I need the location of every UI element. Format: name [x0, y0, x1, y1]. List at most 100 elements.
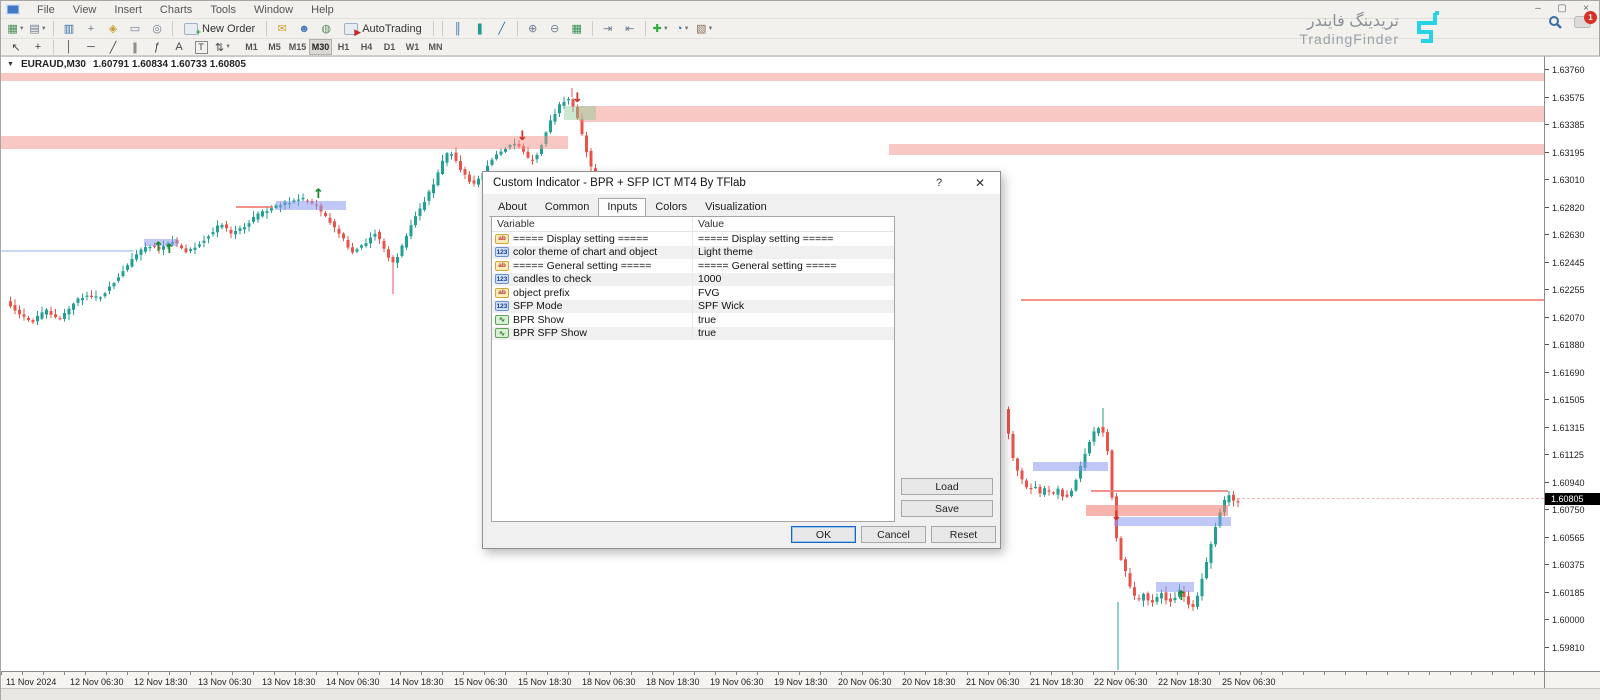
- vertical-line-icon[interactable]: │: [59, 39, 79, 56]
- timeframe-mn[interactable]: MN: [424, 39, 447, 55]
- market-globe-icon[interactable]: ◍: [316, 20, 336, 37]
- line-chart-icon[interactable]: ╱: [492, 20, 512, 37]
- strategy-tester-icon[interactable]: ◎: [147, 20, 167, 37]
- auto-scroll-icon[interactable]: ⇥: [598, 20, 618, 37]
- profiles-icon[interactable]: ▤▼: [28, 20, 48, 37]
- cancel-button[interactable]: Cancel: [861, 526, 926, 543]
- text-icon[interactable]: A: [169, 39, 189, 56]
- time-axis[interactable]: 11 Nov 202412 Nov 06:3012 Nov 18:3013 No…: [1, 671, 1544, 688]
- zoom-out-icon[interactable]: ⊖: [545, 20, 565, 37]
- input-row[interactable]: 123candles to check1000: [492, 273, 894, 287]
- periods-icon[interactable]: ◔▼: [673, 20, 693, 37]
- input-value-cell[interactable]: true: [693, 314, 894, 326]
- menu-help[interactable]: Help: [302, 3, 343, 17]
- timeframe-m5[interactable]: M5: [263, 39, 286, 55]
- menu-charts[interactable]: Charts: [151, 3, 201, 17]
- input-value-cell[interactable]: 1000: [693, 273, 894, 285]
- tab-inputs[interactable]: Inputs: [598, 198, 646, 217]
- arrows-icon-dropdown[interactable]: ▼: [225, 44, 231, 50]
- menu-insert[interactable]: Insert: [105, 3, 151, 17]
- time-axis-label: 13 Nov 18:30: [262, 677, 316, 687]
- timeframe-h1[interactable]: H1: [332, 39, 355, 55]
- one-click-caret-icon[interactable]: ▼: [7, 61, 14, 68]
- menu-window[interactable]: Window: [245, 3, 302, 17]
- dialog-close-icon[interactable]: ✕: [966, 172, 994, 194]
- indicators-icon-dropdown[interactable]: ▼: [663, 26, 669, 32]
- terminal-icon[interactable]: ▭: [125, 20, 145, 37]
- pinkstrong-zone-8: [1086, 505, 1228, 516]
- tab-visualization[interactable]: Visualization: [696, 198, 776, 217]
- timeframe-d1[interactable]: D1: [378, 39, 401, 55]
- indicators-icon[interactable]: ✚▼: [651, 20, 671, 37]
- input-row[interactable]: 123SFP ModeSPF Wick: [492, 300, 894, 314]
- market-watch-icon[interactable]: ▥: [59, 20, 79, 37]
- templates-icon[interactable]: ▧▼: [695, 20, 715, 37]
- crosshair-icon[interactable]: +: [28, 39, 48, 56]
- timeframe-m15[interactable]: M15: [286, 39, 309, 55]
- input-value-cell[interactable]: FVG: [693, 287, 894, 299]
- input-row[interactable]: ∿BPR Showtrue: [492, 313, 894, 327]
- bar-chart-icon[interactable]: ║: [448, 20, 468, 37]
- price-tick-label: 1.62445: [1552, 258, 1585, 268]
- zoom-in-icon[interactable]: ⊕: [523, 20, 543, 37]
- new-chart-icon[interactable]: ▦▼: [6, 20, 26, 37]
- reset-button[interactable]: Reset: [931, 526, 996, 543]
- candlestick-chart-icon[interactable]: ❚: [470, 20, 490, 37]
- community-icon[interactable]: ☻: [294, 20, 314, 37]
- timeframe-h4[interactable]: H4: [355, 39, 378, 55]
- time-axis-label: 14 Nov 18:30: [390, 677, 444, 687]
- chart-shift-icon[interactable]: ⇤: [620, 20, 640, 37]
- label-icon[interactable]: T: [191, 39, 211, 56]
- input-value-cell[interactable]: true: [693, 327, 894, 339]
- periods-icon-dropdown[interactable]: ▼: [684, 26, 690, 32]
- timeframe-m30[interactable]: M30: [309, 39, 332, 55]
- menu-tools[interactable]: Tools: [201, 3, 245, 17]
- input-row[interactable]: ∿BPR SFP Showtrue: [492, 327, 894, 341]
- timeframe-m1[interactable]: M1: [240, 39, 263, 55]
- community-icon-glyph: ☻: [298, 23, 310, 35]
- input-row[interactable]: 123color theme of chart and objectLight …: [492, 246, 894, 260]
- fibonacci-icon[interactable]: ƒ: [147, 39, 167, 56]
- new-chart-icon-dropdown[interactable]: ▼: [19, 26, 25, 32]
- arrows-icon[interactable]: ⇅▼: [213, 39, 233, 56]
- dialog-help-button[interactable]: ?: [926, 172, 952, 194]
- tab-about[interactable]: About: [489, 198, 536, 217]
- timeframe-w1[interactable]: W1: [401, 39, 424, 55]
- ok-button[interactable]: OK: [791, 526, 856, 543]
- search-icon[interactable]: [1548, 15, 1562, 29]
- price-axis[interactable]: 1.637601.635751.633851.631951.630101.628…: [1544, 56, 1600, 671]
- input-row[interactable]: ab===== Display setting ========== Displ…: [492, 232, 894, 246]
- tile-windows-icon[interactable]: ▦: [567, 20, 587, 37]
- input-row[interactable]: ab===== General setting ========== Gener…: [492, 259, 894, 273]
- input-value-cell[interactable]: ===== General setting =====: [693, 260, 894, 272]
- navigator-icon[interactable]: ◈: [103, 20, 123, 37]
- templates-icon-dropdown[interactable]: ▼: [707, 26, 713, 32]
- horizontal-line-icon[interactable]: ─: [81, 39, 101, 56]
- time-axis-label: 20 Nov 18:30: [902, 677, 956, 687]
- restore-button[interactable]: ▢: [1555, 3, 1569, 14]
- input-row[interactable]: abobject prefixFVG: [492, 286, 894, 300]
- autotrading-button[interactable]: ▶AutoTrading: [337, 20, 429, 37]
- input-value-cell[interactable]: Light theme: [693, 246, 894, 258]
- minimize-button[interactable]: –: [1531, 3, 1545, 14]
- cursor-icon[interactable]: ↖: [6, 39, 26, 56]
- data-window-icon[interactable]: +: [81, 20, 101, 37]
- input-value-cell[interactable]: ===== Display setting =====: [693, 233, 894, 245]
- tab-colors[interactable]: Colors: [646, 198, 696, 217]
- menu-file[interactable]: File: [28, 3, 64, 17]
- trendline-icon[interactable]: ╱: [103, 39, 123, 56]
- new-order-button[interactable]: +New Order: [177, 20, 262, 37]
- save-button[interactable]: Save: [901, 500, 993, 517]
- zoom-out-icon-glyph: ⊖: [550, 22, 559, 35]
- data-window-icon-glyph: +: [88, 23, 94, 35]
- toolbar-separator: [517, 21, 518, 36]
- inputs-table[interactable]: Variable Value ab===== Display setting =…: [491, 216, 895, 522]
- mail-icon[interactable]: ✉: [272, 20, 292, 37]
- notifications-icon[interactable]: 1: [1574, 16, 1591, 28]
- input-value-cell[interactable]: SPF Wick: [693, 300, 894, 312]
- channel-icon[interactable]: ∥: [125, 39, 145, 56]
- tab-common[interactable]: Common: [536, 198, 599, 217]
- load-button[interactable]: Load: [901, 478, 993, 495]
- menu-view[interactable]: View: [64, 3, 106, 17]
- profiles-icon-dropdown[interactable]: ▼: [41, 26, 47, 32]
